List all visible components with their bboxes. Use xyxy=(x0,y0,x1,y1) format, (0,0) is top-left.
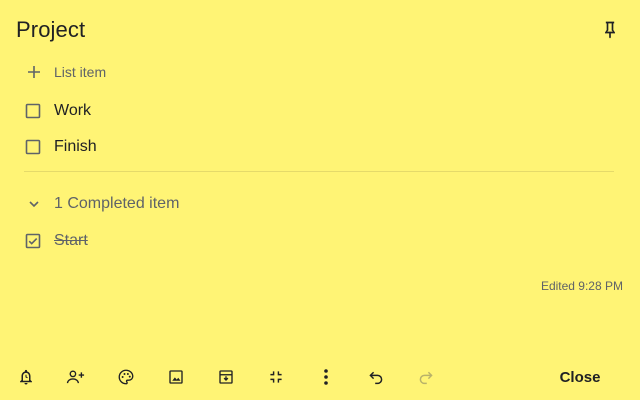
checked-checkbox[interactable] xyxy=(24,232,42,250)
divider xyxy=(24,171,614,172)
note-title[interactable]: Project xyxy=(16,17,85,43)
undo-button[interactable] xyxy=(363,364,389,390)
add-image-button[interactable] xyxy=(163,364,189,390)
list-item-label[interactable]: Start xyxy=(54,232,88,250)
collaborator-button[interactable] xyxy=(63,364,89,390)
list-item-label[interactable]: Finish xyxy=(54,138,97,156)
plus-icon xyxy=(24,62,44,82)
collaborator-icon xyxy=(66,368,86,386)
archive-icon xyxy=(217,368,235,386)
more-button[interactable] xyxy=(313,364,339,390)
checkbox[interactable] xyxy=(24,102,42,120)
pin-icon xyxy=(600,20,620,40)
list-item: Work xyxy=(24,99,614,123)
reminder-icon xyxy=(17,368,35,386)
collapse-button[interactable] xyxy=(263,364,289,390)
more-icon xyxy=(323,368,329,386)
list-item-label[interactable]: Work xyxy=(54,102,91,120)
note-editor: Project List item Work Finish 1 Complete… xyxy=(0,0,640,400)
collapse-icon xyxy=(268,369,284,385)
archive-button[interactable] xyxy=(213,364,239,390)
image-icon xyxy=(167,368,185,386)
undo-icon xyxy=(368,369,384,385)
completed-items-toggle[interactable]: 1 Completed item xyxy=(24,192,324,216)
edited-timestamp: Edited 9:28 PM xyxy=(540,279,623,293)
background-options-button[interactable] xyxy=(113,364,139,390)
add-item-placeholder: List item xyxy=(54,64,107,80)
completed-list-item: Start xyxy=(24,229,614,253)
remind-me-button[interactable] xyxy=(13,364,39,390)
close-button[interactable]: Close xyxy=(548,364,612,390)
redo-button[interactable] xyxy=(413,364,439,390)
add-list-item[interactable]: List item xyxy=(24,60,614,84)
chevron-down-icon xyxy=(24,194,44,214)
pin-button[interactable] xyxy=(598,18,622,42)
palette-icon xyxy=(117,368,135,386)
completed-items-label: 1 Completed item xyxy=(54,195,180,212)
checkbox[interactable] xyxy=(24,138,42,156)
list-item: Finish xyxy=(24,135,614,159)
redo-icon xyxy=(418,369,434,385)
note-toolbar xyxy=(0,364,640,390)
